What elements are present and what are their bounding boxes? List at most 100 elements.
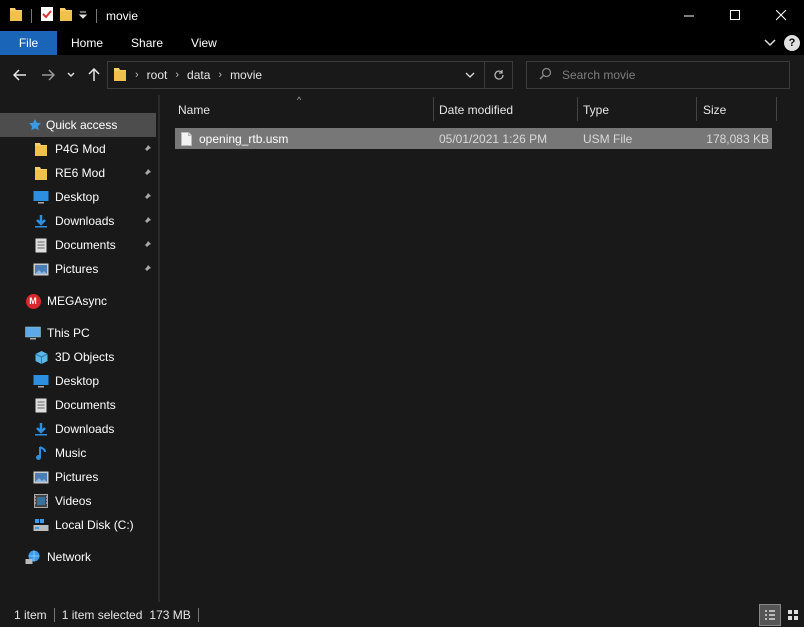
window-controls: [666, 0, 804, 31]
file-list: ^ Name Date modified Type Size opening_r…: [160, 95, 804, 602]
large-icons-view-button[interactable]: [782, 604, 804, 626]
sidebar-label: Documents: [55, 238, 116, 252]
status-separator: [197, 607, 199, 622]
sidebar-item-downloads[interactable]: Downloads: [0, 417, 158, 441]
column-separator[interactable]: [696, 97, 697, 121]
tab-share[interactable]: Share: [117, 31, 177, 55]
maximize-button[interactable]: [712, 0, 758, 31]
column-header-date[interactable]: Date modified: [439, 97, 576, 123]
pictures-icon: [33, 469, 49, 485]
sidebar-item-p4g-mod[interactable]: P4G Mod: [0, 137, 158, 161]
toolbar-separator: [96, 8, 97, 23]
quick-access-toolbar: [0, 6, 100, 25]
view-toggle: [758, 602, 804, 627]
sidebar-item-music[interactable]: Music: [0, 441, 158, 465]
sidebar-item-quick-access[interactable]: Quick access: [0, 113, 156, 137]
breadcrumb-separator[interactable]: ›: [175, 69, 179, 81]
pin-icon[interactable]: [142, 263, 152, 277]
properties-icon[interactable]: [40, 6, 54, 25]
sidebar-item-re6-mod[interactable]: RE6 Mod: [0, 161, 158, 185]
item-count: 1 item: [14, 607, 47, 622]
sidebar-item-megasync[interactable]: M MEGAsync: [0, 289, 158, 313]
folder-icon: [33, 165, 49, 181]
sidebar-item-3d-objects[interactable]: 3D Objects: [0, 345, 158, 369]
sidebar-item-pictures[interactable]: Pictures: [0, 465, 158, 489]
breadcrumb-movie[interactable]: movie: [230, 68, 262, 82]
sidebar-label: P4G Mod: [55, 142, 106, 156]
navigation-bar: › root › data › movie Search movie: [0, 55, 804, 95]
column-header-size[interactable]: Size: [703, 97, 776, 123]
mega-icon: M: [25, 293, 41, 309]
column-header-type[interactable]: Type: [583, 97, 696, 123]
sidebar-label: This PC: [47, 326, 90, 340]
pin-icon[interactable]: [142, 143, 152, 157]
forward-button[interactable]: [34, 61, 62, 89]
sidebar-label: Network: [47, 550, 92, 564]
tab-home[interactable]: Home: [57, 31, 117, 55]
recent-locations-button[interactable]: [62, 61, 80, 89]
folder-icon: [113, 66, 127, 85]
breadcrumb-separator: ›: [135, 69, 139, 81]
new-folder-icon[interactable]: [59, 6, 73, 25]
column-label: Type: [583, 103, 610, 117]
download-icon: [33, 213, 49, 229]
sidebar-label: Downloads: [55, 422, 115, 436]
address-controls: [456, 62, 512, 88]
file-size: 178,083 KB: [706, 131, 769, 146]
customize-toolbar-icon[interactable]: [78, 9, 88, 23]
selection-size: 173 MB: [149, 607, 191, 622]
pin-icon[interactable]: [142, 167, 152, 181]
column-separator[interactable]: [577, 97, 578, 121]
sidebar-item-desktop-quick[interactable]: Desktop: [0, 185, 158, 209]
file-type: USM File: [583, 131, 633, 146]
file-row[interactable]: opening_rtb.usm 05/01/2021 1:26 PM USM F…: [175, 128, 772, 149]
vertical-scrollbar[interactable]: [788, 95, 804, 602]
sidebar-item-documents-quick[interactable]: Documents: [0, 233, 158, 257]
expand-ribbon-icon[interactable]: [764, 36, 776, 50]
tab-file[interactable]: File: [0, 31, 57, 55]
file-date: 05/01/2021 1:26 PM: [439, 131, 548, 146]
file-name[interactable]: opening_rtb.usm: [199, 128, 288, 149]
column-label: Size: [703, 103, 727, 117]
sidebar-item-network[interactable]: Network: [0, 545, 158, 569]
cube-icon: [33, 349, 49, 365]
desktop-icon: [33, 373, 49, 389]
sidebar-item-videos[interactable]: Videos: [0, 489, 158, 513]
address-history-dropdown[interactable]: [456, 62, 484, 88]
address-bar[interactable]: › root › data › movie: [107, 61, 513, 89]
search-box[interactable]: Search movie: [526, 61, 790, 89]
pin-icon[interactable]: [142, 215, 152, 229]
sidebar-label: Pictures: [55, 262, 99, 276]
ribbon-right: ?: [764, 31, 800, 55]
details-view-button[interactable]: [759, 603, 781, 626]
pin-icon[interactable]: [142, 191, 152, 205]
videos-icon: [33, 493, 49, 509]
sidebar-item-local-disk[interactable]: Local Disk (C:): [0, 513, 158, 537]
minimize-button[interactable]: [666, 0, 712, 31]
sidebar-label: Videos: [55, 494, 92, 508]
selection-info: 1 item selected: [61, 607, 143, 622]
breadcrumb-data[interactable]: data: [187, 68, 210, 82]
refresh-button[interactable]: [484, 62, 512, 88]
search-placeholder[interactable]: Search movie: [562, 68, 635, 82]
breadcrumb-root[interactable]: root: [147, 68, 168, 82]
help-icon[interactable]: ?: [784, 35, 800, 51]
close-button[interactable]: [758, 0, 804, 31]
documents-icon: [33, 397, 49, 413]
column-header-name[interactable]: Name: [178, 97, 433, 123]
star-icon: [27, 117, 43, 133]
up-button[interactable]: [80, 61, 108, 89]
column-label: Date modified: [439, 103, 514, 117]
sidebar-item-this-pc[interactable]: This PC: [0, 321, 158, 345]
sidebar-item-desktop[interactable]: Desktop: [0, 369, 158, 393]
sidebar-item-downloads-quick[interactable]: Downloads: [0, 209, 158, 233]
breadcrumb-separator[interactable]: ›: [218, 69, 222, 81]
sidebar-item-pictures-quick[interactable]: Pictures: [0, 257, 158, 281]
sidebar-item-documents[interactable]: Documents: [0, 393, 158, 417]
sidebar-label: Desktop: [55, 190, 100, 204]
tab-view[interactable]: View: [177, 31, 231, 55]
column-separator[interactable]: [776, 97, 777, 121]
back-button[interactable]: [6, 61, 34, 89]
pin-icon[interactable]: [142, 239, 152, 253]
column-separator[interactable]: [433, 97, 434, 121]
